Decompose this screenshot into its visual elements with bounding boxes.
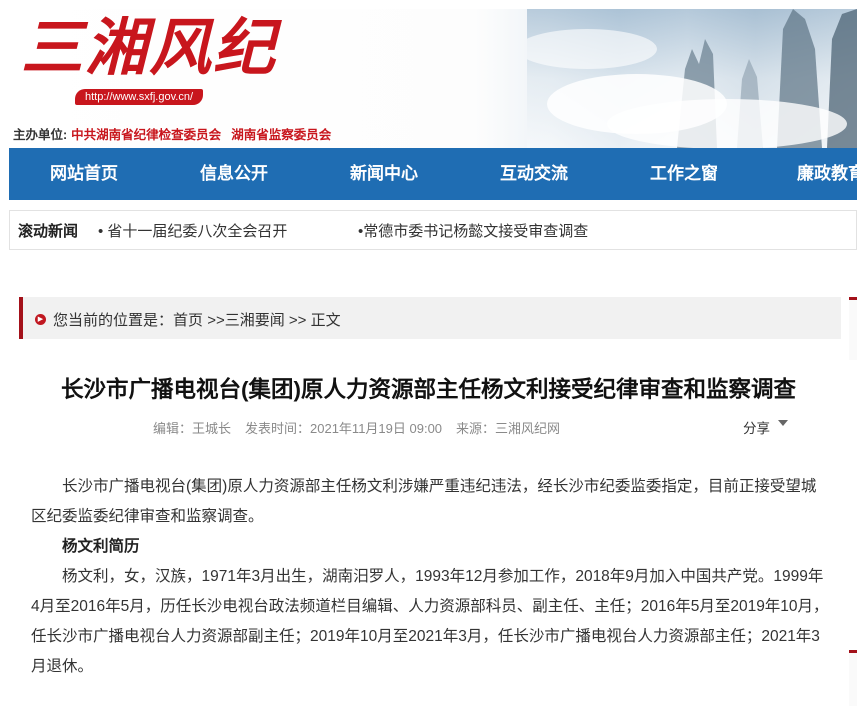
article-editor: 编辑：王城长 xyxy=(153,421,232,436)
breadcrumb-section-link[interactable]: 三湘要闻 xyxy=(225,312,285,329)
breadcrumb: ▶ 您当前的位置是：首页 >>三湘要闻 >> 正文 xyxy=(19,297,841,339)
scroll-news-bar: 滚动新闻 • 省十一届纪委八次全会召开 •常德市委书记杨懿文接受审查调查 xyxy=(9,210,857,250)
nav-item-work[interactable]: 工作之窗 xyxy=(609,148,759,200)
breadcrumb-separator: >> xyxy=(284,312,311,329)
breadcrumb-separator: >> xyxy=(203,312,225,329)
breadcrumb-home-link[interactable]: 首页 xyxy=(173,312,203,329)
nav-item-info[interactable]: 信息公开 xyxy=(159,148,309,200)
sidebar-edge xyxy=(849,297,857,360)
sponsor-org-2: 湖南省监察委员会 xyxy=(231,128,332,142)
sponsor-label: 主办单位: xyxy=(13,128,68,142)
sidebar-edge xyxy=(849,650,857,706)
main-nav: 网站首页 信息公开 新闻中心 互动交流 工作之窗 廉政教育 xyxy=(9,148,857,200)
article-paragraph: 杨文利，女，汉族，1971年3月出生，湖南汨罗人，1993年12月参加工作，20… xyxy=(31,568,829,675)
nav-item-home[interactable]: 网站首页 xyxy=(9,148,159,200)
scroll-news-item[interactable]: •常德市委书记杨懿文接受审查调查 xyxy=(358,220,588,241)
scroll-news-label: 滚动新闻 xyxy=(18,223,79,240)
article-body: 长沙市广播电视台(集团)原人力资源部主任杨文利涉嫌严重违纪违法，经长沙市纪委监委… xyxy=(31,472,831,682)
scroll-news-item[interactable]: • 省十一届纪委八次全会召开 xyxy=(98,220,287,241)
breadcrumb-current: 正文 xyxy=(310,312,341,329)
article-paragraph: 长沙市广播电视台(集团)原人力资源部主任杨文利涉嫌严重违纪违法，经长沙市纪委监委… xyxy=(31,478,817,525)
nav-item-education[interactable]: 廉政教育 xyxy=(759,148,857,200)
site-url-badge: http://www.sxfj.gov.cn/ xyxy=(75,89,204,105)
nav-item-news[interactable]: 新闻中心 xyxy=(309,148,459,200)
mountain-scenery-image xyxy=(527,9,857,148)
breadcrumb-prefix: 您当前的位置是： xyxy=(53,312,174,329)
share-button[interactable]: 分享 xyxy=(743,417,770,437)
chevron-down-icon[interactable] xyxy=(778,420,788,426)
article-meta: 编辑：王城长 发表时间：2021年11月19日 09:00 来源：三湘风纪网 xyxy=(153,418,574,437)
site-banner: 三湘风纪 http://www.sxfj.gov.cn/ 主办单位: 中共湖南省纪… xyxy=(9,9,857,148)
sponsor-line: 主办单位: 中共湖南省纪律检查委员会 湖南省监察委员会 xyxy=(13,124,331,143)
sponsor-org-1: 中共湖南省纪律检查委员会 xyxy=(71,128,222,142)
nav-item-interaction[interactable]: 互动交流 xyxy=(459,148,609,200)
article-title: 长沙市广播电视台(集团)原人力资源部主任杨文利接受纪律审查和监察调查 xyxy=(61,377,796,402)
article-time: 发表时间：2021年11月19日 09:00 xyxy=(245,421,443,436)
article-source: 来源：三湘风纪网 xyxy=(456,421,561,436)
article-subtitle: 杨文利简历 xyxy=(62,538,140,555)
location-icon: ▶ xyxy=(35,314,46,325)
site-logo[interactable]: 三湘风纪 xyxy=(21,17,277,79)
